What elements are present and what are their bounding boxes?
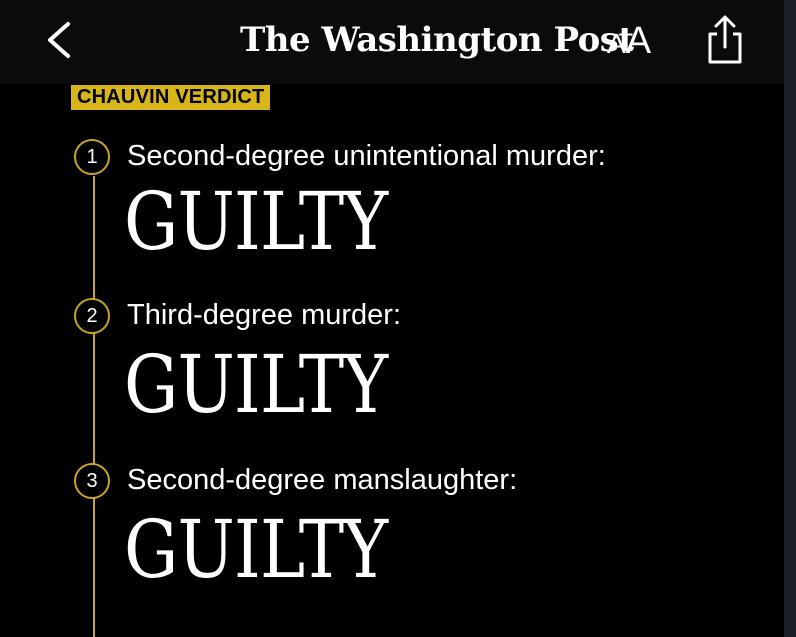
verdict-1: GUILTY xyxy=(124,175,388,268)
step-number-1: 1 xyxy=(74,139,110,175)
text-size-large-glyph: A xyxy=(625,20,652,62)
text-size-small-glyph: A xyxy=(607,28,626,59)
share-button[interactable] xyxy=(700,12,750,68)
share-icon xyxy=(708,15,742,64)
verdict-3: GUILTY xyxy=(124,503,388,596)
timeline-line xyxy=(93,176,95,637)
step-number-3: 3 xyxy=(74,463,110,499)
verdict-2: GUILTY xyxy=(124,338,388,431)
charge-label-3: Second-degree manslaughter: xyxy=(127,464,518,496)
step-number-2: 2 xyxy=(74,298,110,334)
charge-label-2: Third-degree murder: xyxy=(127,299,401,331)
chevron-left-icon xyxy=(48,22,70,58)
charge-label-1: Second-degree unintentional murder: xyxy=(127,140,606,172)
text-size-button[interactable]: AA xyxy=(607,20,651,64)
masthead-logo: The Washington Post xyxy=(240,20,634,60)
navigation-bar: The Washington Post AA xyxy=(0,0,784,84)
section-kicker: CHAUVIN VERDICT xyxy=(71,85,271,110)
app-screen: The Washington Post AA CHAUVIN VERDICT 1… xyxy=(0,0,784,637)
back-button[interactable] xyxy=(42,18,82,62)
